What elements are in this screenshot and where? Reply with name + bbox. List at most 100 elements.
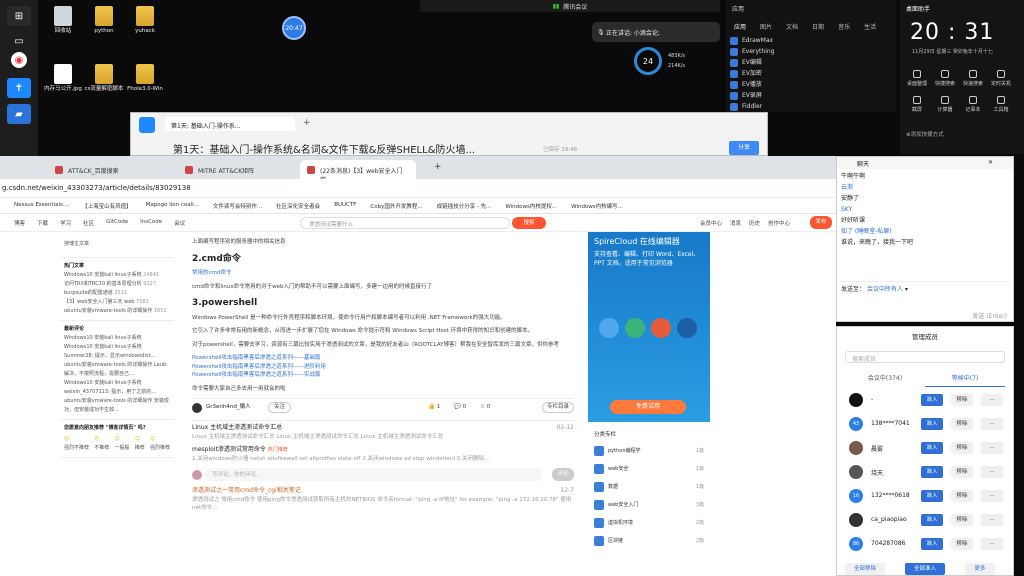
bookmark-item[interactable]: Windows内核编写...	[571, 202, 623, 210]
close-icon[interactable]: ✕	[988, 159, 993, 166]
chrome-icon[interactable]: ◉	[11, 52, 27, 68]
meeting-topbar[interactable]: ▮▮ 腾讯会议	[420, 0, 720, 12]
vote-option[interactable]: ☺ 推荐	[135, 435, 145, 453]
cmd-link[interactable]: 常用的cmd命令	[192, 270, 231, 276]
nav-vip[interactable]: 会员中心	[700, 219, 722, 227]
comment-input[interactable]: 写评论，你的评论…	[206, 468, 542, 481]
remove-button[interactable]: 移除	[951, 538, 973, 550]
tidy-desktop-button[interactable]: 桌面整理	[906, 70, 928, 87]
hot-article[interactable]: 访问TRX和TRC10 的基本原理分析 9327	[64, 280, 170, 289]
admit-button[interactable]: 准入	[921, 514, 943, 526]
quick-search-button[interactable]: 快捷搜索	[934, 70, 956, 87]
doc-app-icon[interactable]: ✝	[7, 78, 31, 98]
hot-article[interactable]: Windows10 安装kali linux子系统 24841	[64, 271, 170, 280]
bookmark-item[interactable]: BUUCTF	[334, 202, 356, 209]
related-article[interactable]: 渗透测试之一常用cmd命令_cgi相关笔记 12-7 渗透测试之 常用cmd命令 …	[192, 487, 574, 513]
hot-article[interactable]: ubuntu安装vmware-tools 的详细操作 1651	[64, 307, 170, 316]
sidebar-search[interactable]: 搜博主文章	[60, 236, 174, 258]
comment-item[interactable]: Windows10 安装kali linux子系统 Summer28: 提示，显…	[64, 343, 170, 361]
bookmark-item[interactable]: Nessus Essentials...	[14, 202, 68, 209]
fast-search-button[interactable]: 快速搜索	[962, 70, 984, 87]
app-item[interactable]: Fiddler	[726, 101, 896, 112]
nav-inscode[interactable]: InsCode	[140, 219, 162, 227]
remove-button[interactable]: 移除	[951, 442, 973, 454]
floating-time-bubble[interactable]: 20:47	[282, 16, 306, 40]
csdn-search-button[interactable]: 搜索	[512, 217, 546, 229]
comment-item[interactable]: Windows10 安装kali linux子系统	[64, 334, 170, 343]
desktop-icon-fhole[interactable]: Fhole3.0-Win	[125, 64, 165, 93]
category-item[interactable]: web安全入门 3篇	[588, 496, 710, 514]
remove-button[interactable]: 移除	[951, 514, 973, 526]
notepad-button[interactable]: 记事本	[962, 96, 984, 113]
ps-link[interactable]: Powershell攻击指南黑客后渗透之道系列——基础篇	[192, 355, 320, 361]
apps-tab[interactable]: 文档	[786, 22, 798, 31]
browser-tab[interactable]: MITRE ATT&CK矩阵	[178, 160, 266, 179]
more-icon[interactable]: ···	[981, 538, 1003, 550]
hot-article[interactable]: burpsuite的配置通道 2521	[64, 289, 170, 298]
column-dir-button[interactable]: 专栏目录	[541, 402, 574, 413]
nav-history[interactable]: 历史	[749, 219, 760, 227]
more-icon[interactable]: ···	[981, 394, 1003, 406]
add-shortcut-link[interactable]: ⊕添加快捷方式	[906, 130, 944, 138]
doc-tab[interactable]: 第1天: 基础入门-操作系...	[165, 117, 295, 131]
apps-tab[interactable]: 应用	[734, 22, 746, 31]
admit-button[interactable]: 准入	[921, 442, 943, 454]
nav-community[interactable]: 社区	[83, 219, 94, 227]
ps-link[interactable]: Powershell攻击指南黑客后渗透之道系列——进阶利用	[192, 364, 326, 370]
more-icon[interactable]: ···	[981, 514, 1003, 526]
desktop-icon-python[interactable]: python	[84, 6, 124, 35]
calculator-button[interactable]: 计算器	[934, 96, 956, 113]
desktop-icon-yuhack[interactable]: yuhack	[125, 6, 165, 35]
app-item[interactable]: EV编辑	[726, 57, 896, 68]
category-item[interactable]: 虚拟机环境 2篇	[588, 514, 710, 532]
admit-all-button[interactable]: 全部准入	[905, 563, 945, 575]
apps-tab[interactable]: 图片	[760, 22, 772, 31]
more-icon[interactable]: ···	[981, 490, 1003, 502]
publish-button[interactable]: 发布	[810, 216, 832, 229]
bookmark-item[interactable]: 【上海宝山有风值】	[82, 202, 132, 210]
comment-submit-button[interactable]: 评论	[552, 468, 574, 481]
bookmark-item[interactable]: Windows内核提权...	[505, 202, 557, 210]
admit-button[interactable]: 准入	[921, 538, 943, 550]
desktop-icon-recycle[interactable]: 回收站	[43, 6, 83, 35]
author-name[interactable]: Gr3enh4nd_懒人	[206, 403, 251, 412]
remove-button[interactable]: 移除	[951, 394, 973, 406]
new-tab-icon[interactable]: +	[303, 118, 311, 128]
shutdown-timer-button[interactable]: 定时关机	[990, 70, 1012, 87]
admit-button[interactable]: 准入	[921, 490, 943, 502]
more-icon[interactable]: ···	[981, 466, 1003, 478]
folder-icon[interactable]: ▭	[7, 31, 31, 51]
comment-button[interactable]: 💬 0	[454, 403, 466, 412]
nav-creator[interactable]: 创作中心	[768, 219, 790, 227]
csdn-search-input[interactable]: 渗透测试需要什么	[300, 217, 510, 229]
address-bar[interactable]: g.csdn.net/weixin_43303273/article/detai…	[0, 179, 836, 198]
nav-gitcode[interactable]: GitCode	[106, 219, 128, 227]
browser-tab[interactable]: ATT&CK_百度搜索	[48, 160, 146, 179]
nav-meeting[interactable]: 会议	[174, 219, 185, 227]
comment-item[interactable]: ubuntu安装vmware-tools 的详细操作 Laub: 解决，不按照流…	[64, 361, 170, 379]
bookmark-item[interactable]: 成链插技分分享 - 先...	[437, 202, 492, 210]
nav-blog[interactable]: 博客	[14, 219, 25, 227]
category-item[interactable]: python编程学 1篇	[588, 442, 710, 460]
bookmark-item[interactable]: 社区深化安全者会	[276, 202, 320, 210]
category-item[interactable]: web安全 1篇	[588, 460, 710, 478]
category-item[interactable]: 区块链 2篇	[588, 532, 710, 550]
share-button[interactable]: 分享	[729, 141, 759, 155]
more-button[interactable]: 更多	[965, 563, 995, 575]
windows-icon[interactable]: ⊞	[7, 6, 31, 26]
tab-waiting[interactable]: 等候中(7)	[925, 373, 1005, 387]
more-icon[interactable]: ···	[981, 442, 1003, 454]
bookmark-item[interactable]: Coby国外开发教程...	[370, 202, 422, 210]
ps-link[interactable]: Powershell攻击指南黑客后渗透之道系列——实战篇	[192, 372, 320, 378]
desktop-icon-cs[interactable]: cs流量解密脚本	[84, 64, 124, 93]
nav-learn[interactable]: 学习	[60, 219, 71, 227]
apps-tab[interactable]: 音乐	[838, 22, 850, 31]
vote-option[interactable]: ☺ 强烈推荐	[150, 435, 170, 453]
chat-send-hint[interactable]: 发送 (Enter)	[972, 311, 1007, 320]
browser-tab-active[interactable]: (22条消息)【3】web安全入门学	[300, 160, 416, 184]
apps-tab[interactable]: 生活	[864, 22, 876, 31]
bookmark-item[interactable]: 文件读写会特别作...	[213, 202, 262, 210]
like-button[interactable]: 👍 1	[428, 403, 440, 412]
vote-option[interactable]: ☹ 不推荐	[94, 435, 109, 453]
nav-download[interactable]: 下载	[37, 219, 48, 227]
